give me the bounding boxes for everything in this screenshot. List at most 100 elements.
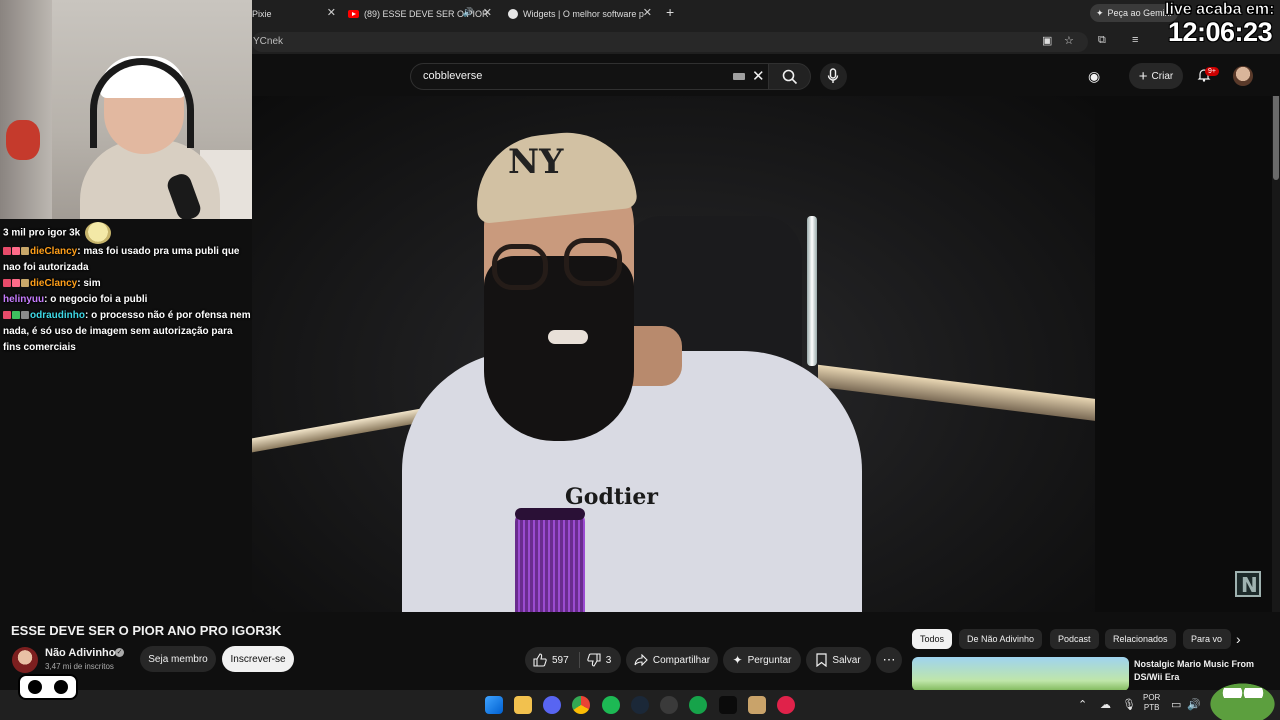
share-label: Compartilhar <box>652 654 711 666</box>
lamp <box>807 216 817 366</box>
more-button[interactable]: ⋯ <box>876 647 902 673</box>
led-strip <box>818 364 1095 422</box>
browser-tab-strip: Pixie ✕ (89) ESSE DEVE SER O PIOR 🔊 ✕ Wi… <box>252 0 1280 28</box>
file-explorer-icon[interactable] <box>514 696 532 714</box>
gemini-label: Peça ao Gemini <box>1107 8 1172 18</box>
xbox-icon[interactable] <box>689 696 707 714</box>
eye-icon[interactable]: ◉ <box>1088 68 1100 85</box>
channel-watermark-icon[interactable] <box>1235 571 1261 597</box>
ask-button[interactable]: ✦ Perguntar <box>723 647 801 673</box>
mic-icon[interactable]: 🎙 <box>1122 698 1136 711</box>
scrollbar-thumb[interactable] <box>1273 96 1279 180</box>
url-field[interactable]: YCnek <box>252 32 1088 52</box>
url-text: YCnek <box>253 36 284 47</box>
volume-icon[interactable]: 🔊 <box>1187 698 1201 711</box>
verified-icon: ✓ <box>115 648 124 657</box>
steam-icon[interactable] <box>631 696 649 714</box>
spotify-icon[interactable] <box>602 696 620 714</box>
tab-pixie[interactable]: Pixie ✕ <box>252 4 336 24</box>
chip-channel[interactable]: De Não Adivinho <box>959 629 1043 649</box>
discord-icon[interactable] <box>543 696 561 714</box>
chip-related[interactable]: Relacionados <box>1105 629 1176 649</box>
more-icon: ⋯ <box>882 652 896 667</box>
timer-value: 12:06:23 <box>1168 17 1273 47</box>
plus-icon[interactable]: + <box>666 4 674 20</box>
glasses <box>564 238 622 286</box>
notification-badge: 9+ <box>1205 67 1219 76</box>
channel-avatar[interactable] <box>12 647 38 673</box>
chat-message: dieClancy: mas foi usado pra uma publi q… <box>3 246 240 273</box>
tab-youtube-video[interactable]: (89) ESSE DEVE SER O PIOR 🔊 ✕ <box>348 4 492 24</box>
plus-icon: + <box>1138 67 1148 85</box>
chip-podcast[interactable]: Podcast <box>1050 629 1099 649</box>
frog-eyes <box>1222 688 1264 698</box>
opera-icon[interactable] <box>777 696 795 714</box>
chat-username: dieClancy <box>30 246 78 257</box>
microphone <box>515 508 585 612</box>
ask-label: Perguntar <box>747 654 792 666</box>
close-icon[interactable]: ✕ <box>643 6 652 19</box>
shirt-logo: Godtier <box>565 484 658 510</box>
scrollbar[interactable] <box>1272 96 1280 612</box>
badge-icon <box>3 276 30 292</box>
channel-name[interactable]: Não Adivinho <box>45 647 115 659</box>
like-button[interactable]: 597 <box>533 653 569 667</box>
subscribe-button[interactable]: Inscrever-se <box>222 646 294 672</box>
youtube-favicon-icon <box>348 10 359 18</box>
network-icon[interactable]: ▭ <box>1171 698 1181 711</box>
chat-username: odraudinho <box>30 310 85 321</box>
chevron-right-icon[interactable]: › <box>1236 631 1241 647</box>
side-panel <box>1095 96 1280 612</box>
chevron-up-icon[interactable]: ⌃ <box>1078 698 1087 711</box>
streamer-logo <box>18 674 78 700</box>
chrome-icon[interactable] <box>572 696 590 714</box>
video-title: ESSE DEVE SER O PIOR ANO PRO IGOR3K <box>11 623 282 638</box>
keyboard-layout: PTB <box>1143 703 1160 712</box>
create-button[interactable]: + Criar <box>1129 63 1183 89</box>
close-icon[interactable]: ✕ <box>483 6 492 19</box>
search-input[interactable]: cobbleverse <box>410 63 768 90</box>
app-icon[interactable] <box>748 696 766 714</box>
language-indicator[interactable]: POR PTB <box>1143 693 1160 713</box>
address-bar-row: YCnek ▣ ☆ ⧉ ≡ <box>252 28 1280 54</box>
voice-search-button[interactable] <box>820 63 847 90</box>
join-button[interactable]: Seja membro <box>140 646 216 672</box>
chip-for-you[interactable]: Para vo <box>1183 629 1231 649</box>
avatar[interactable] <box>1233 66 1253 86</box>
youtube-header: cobbleverse ✕ ◉ + Criar 9+ <box>252 56 1280 96</box>
cap-logo: NY <box>508 142 564 182</box>
media-icon[interactable]: ≡ <box>1132 34 1138 46</box>
recommendation-thumbnail[interactable] <box>912 657 1129 691</box>
close-icon[interactable]: ✕ <box>752 67 765 85</box>
frog-emote-icon <box>1205 680 1280 720</box>
ask-icon: ✦ <box>732 653 743 667</box>
divider <box>579 652 580 668</box>
save-icon <box>816 653 827 667</box>
save-label: Salvar <box>832 654 861 666</box>
audio-icon[interactable]: 🔊 <box>463 7 474 18</box>
dislike-button[interactable]: 3 <box>586 653 611 667</box>
close-icon[interactable]: ✕ <box>327 6 336 19</box>
obs-icon[interactable] <box>660 696 678 714</box>
video-frame: NY Godtier <box>252 96 1095 612</box>
chip-todos[interactable]: Todos <box>912 629 953 649</box>
glasses <box>492 244 548 290</box>
capcut-icon[interactable] <box>719 696 737 714</box>
search-button[interactable] <box>768 63 811 90</box>
save-button[interactable]: Salvar <box>806 647 871 673</box>
gemini-icon: ✦ <box>1096 7 1104 18</box>
create-label: Criar <box>1151 70 1174 82</box>
video-player[interactable]: NY Godtier <box>252 96 1280 612</box>
person-mouth <box>548 330 588 344</box>
windows-start-icon[interactable] <box>485 696 503 714</box>
shelf <box>0 0 52 219</box>
cast-icon[interactable]: ▣ <box>1042 34 1052 47</box>
star-icon[interactable]: ☆ <box>1064 34 1074 47</box>
cloud-icon[interactable]: ☁ <box>1100 698 1111 711</box>
share-button[interactable]: Compartilhar <box>626 647 718 673</box>
stream-chat-overlay: 3 mil pro igor 3k dieClancy: mas foi usa… <box>0 222 252 356</box>
tab-widgets[interactable]: Widgets | O melhor software p ✕ <box>508 4 652 24</box>
chat-text: o negocio foi a publi <box>50 294 148 305</box>
extensions-icon[interactable]: ⧉ <box>1098 34 1106 47</box>
keyboard-icon[interactable] <box>733 73 745 80</box>
